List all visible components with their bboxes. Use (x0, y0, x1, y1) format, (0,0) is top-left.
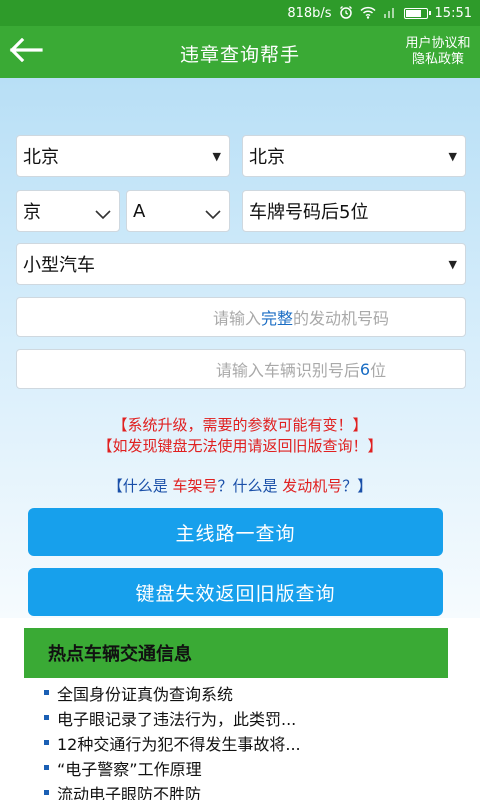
help-line: 【什么是 车架号？什么是 发动机号？】 (0, 475, 480, 496)
bullet-icon (44, 765, 49, 770)
help-text-3: ？】 (342, 477, 373, 495)
news-item-text: 流动电子眼防不胜防 (57, 784, 202, 800)
province-select[interactable]: 北京 ▼ (16, 135, 230, 177)
plate-prefix-select[interactable]: 京 (16, 190, 120, 232)
plate-prefix-value: 京 (23, 202, 41, 223)
vehicle-type-select[interactable]: 小型汽车 ▼ (16, 243, 466, 285)
privacy-policy-link[interactable]: 用户协议和 隐私政策 (400, 36, 476, 68)
network-speed: 818b/s (287, 5, 332, 21)
chevron-down-icon (205, 204, 221, 225)
vin-help-link[interactable]: 车架号 (172, 477, 217, 495)
dropdown-triangle-icon: ▼ (212, 149, 221, 163)
province-value: 北京 (23, 147, 59, 168)
hot-info-header: 热点车辆交通信息 (24, 628, 448, 678)
news-list: 全国身份证真伪查询系统 电子眼记录了违法行为，此类罚... 12种交通行为犯不得… (44, 680, 464, 800)
bullet-icon (44, 690, 49, 695)
status-bar: 818b/s 15:51 (0, 0, 480, 26)
bullet-icon (44, 715, 49, 720)
vehicle-type-value: 小型汽车 (23, 255, 95, 276)
policy-line-2: 隐私政策 (411, 52, 464, 67)
chevron-down-icon (95, 204, 111, 225)
help-text-1: 【什么是 (107, 477, 173, 495)
hot-info-title: 热点车辆交通信息 (48, 644, 192, 665)
app-bar: 违章查询帮手 用户协议和 隐私政策 (0, 26, 480, 78)
dropdown-triangle-icon: ▼ (448, 149, 457, 163)
engine-placeholder-highlight: 完整 (260, 309, 293, 328)
list-item[interactable]: 全国身份证真伪查询系统 (44, 680, 464, 705)
engine-placeholder-pre: 请输入 (212, 309, 261, 328)
city-select[interactable]: 北京 ▼ (242, 135, 466, 177)
upgrade-notice: 【系统升级，需要的参数可能有变！】 (112, 416, 368, 434)
news-item-text: “电子警察”工作原理 (57, 759, 202, 779)
list-item[interactable]: 流动电子眼防不胜防 (44, 780, 464, 800)
news-item-text: 全国身份证真伪查询系统 (57, 684, 234, 704)
dropdown-triangle-icon: ▼ (448, 257, 457, 271)
plate-number-input[interactable]: 车牌号码后5位 (242, 190, 466, 232)
status-time: 15:51 (434, 5, 472, 21)
news-item-text: 12种交通行为犯不得发生事故将... (57, 734, 301, 754)
plate-number-placeholder: 车牌号码后5位 (249, 202, 369, 223)
engine-help-link[interactable]: 发动机号 (282, 477, 342, 495)
bullet-icon (44, 790, 49, 795)
list-item[interactable]: 12种交通行为犯不得发生事故将... (44, 730, 464, 755)
engine-number-input[interactable]: 请输入 完整 的发动机号码 (16, 297, 466, 337)
engine-placeholder-post: 的发动机号码 (293, 309, 390, 328)
battery-icon (403, 7, 431, 19)
vin-placeholder-pre: 请输入车辆识别号后 (215, 361, 360, 380)
signal-icon (383, 6, 397, 20)
plate-letter-value: A (133, 200, 146, 222)
list-item[interactable]: “电子警察”工作原理 (44, 755, 464, 780)
keyboard-notice: 【如发现键盘无法使用请返回旧版查询！】 (97, 437, 383, 455)
plate-letter-select[interactable]: A (126, 190, 230, 232)
bullet-icon (44, 740, 49, 745)
news-item-text: 电子眼记录了违法行为，此类罚... (57, 709, 297, 729)
policy-line-1: 用户协议和 (405, 36, 471, 51)
list-item[interactable]: 电子眼记录了违法行为，此类罚... (44, 705, 464, 730)
help-text-2: ？什么是 (217, 477, 283, 495)
old-version-query-button[interactable]: 键盘失效返回旧版查询 (28, 568, 443, 616)
alarm-icon (339, 5, 353, 21)
main-query-button[interactable]: 主线路一查询 (28, 508, 443, 556)
city-value: 北京 (249, 147, 285, 168)
vin-placeholder-post: 位 (370, 361, 387, 380)
vin-input[interactable]: 请输入车辆识别号后 6 位 (16, 349, 466, 389)
vin-placeholder-highlight: 6 (359, 359, 371, 379)
wifi-icon (360, 6, 376, 21)
